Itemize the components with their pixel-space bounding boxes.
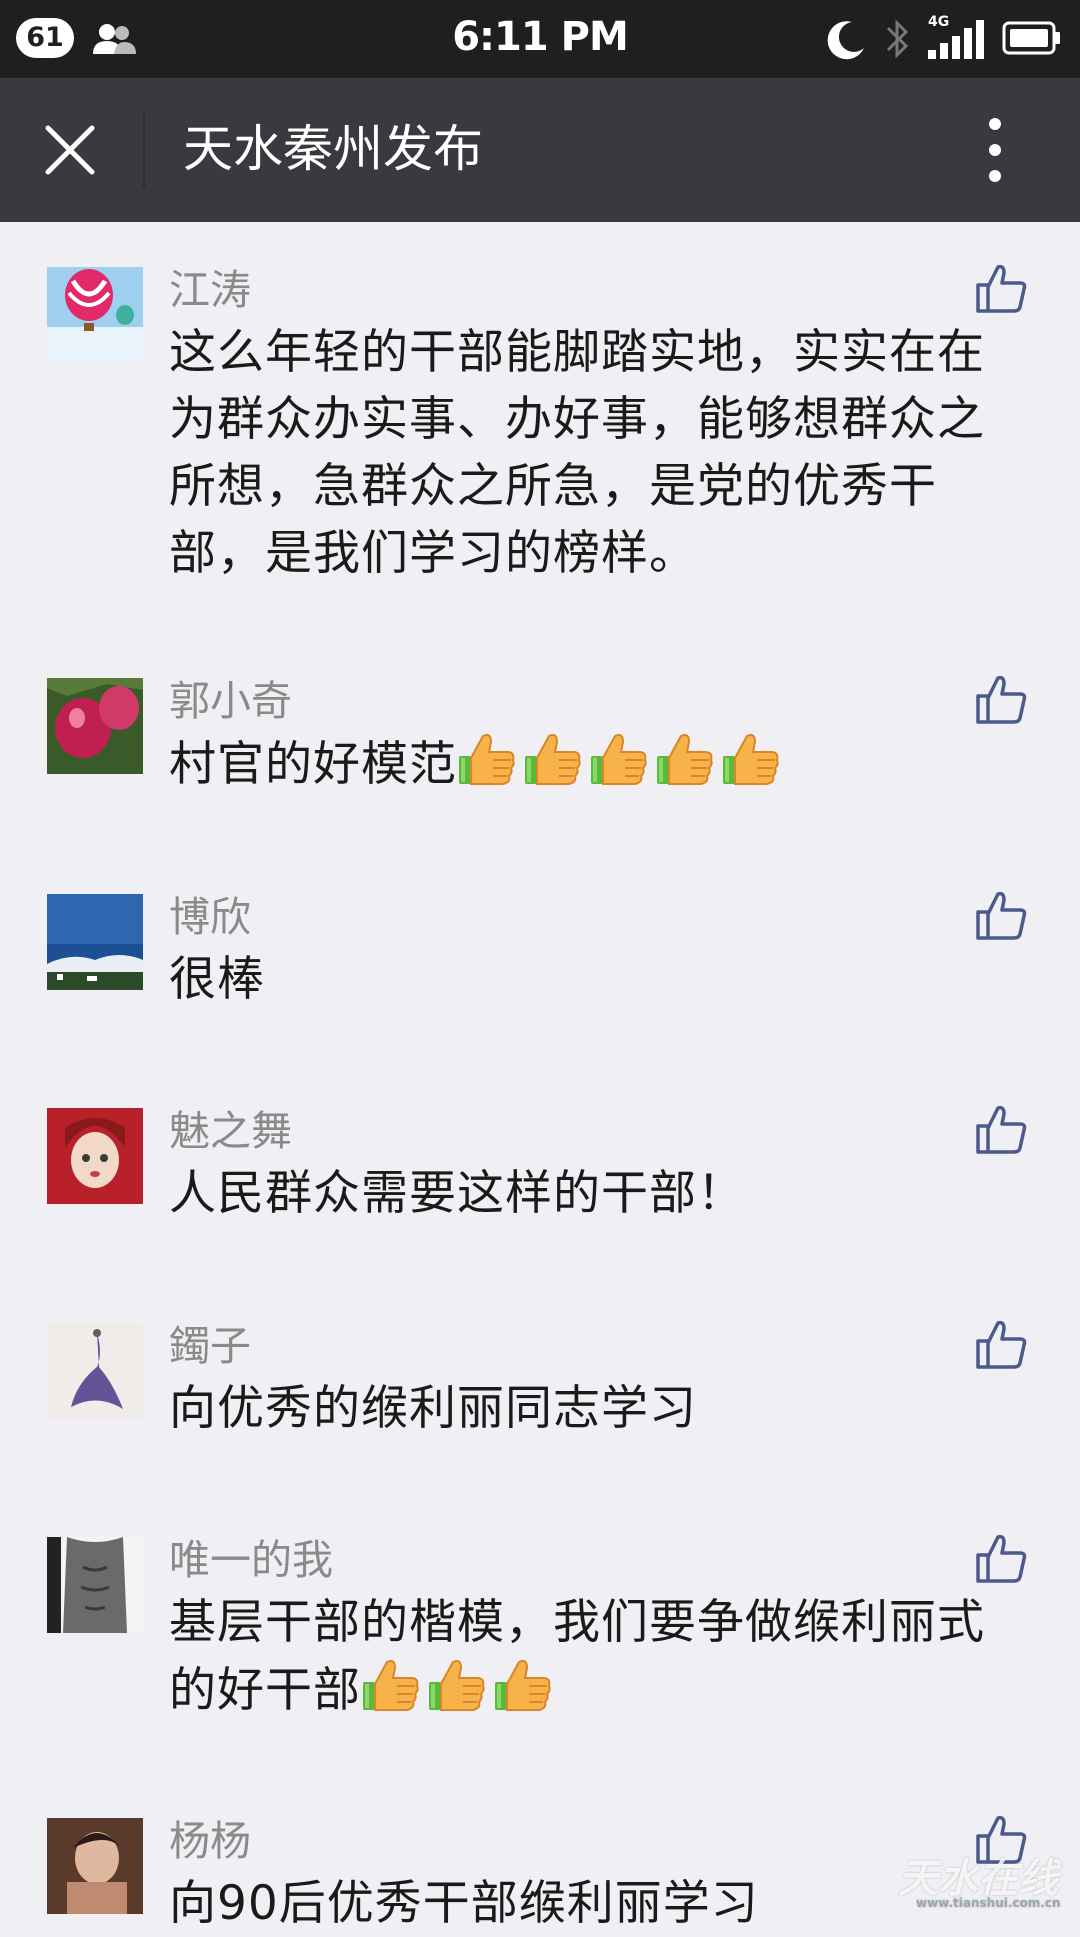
emoji-row <box>361 1659 559 1718</box>
signal-icon <box>926 16 990 66</box>
comment-text: 人民群众需要这样的干部！ <box>169 1160 1029 1227</box>
status-bar: 61 6:11 PM 4G <box>0 0 1080 78</box>
bluetooth-icon <box>880 16 914 66</box>
comment-nickname: 江涛 <box>169 266 251 314</box>
like-button[interactable] <box>974 261 1028 315</box>
status-time: 6:11 PM <box>452 14 629 60</box>
comment-nickname: 杨杨 <box>169 1817 251 1865</box>
more-button[interactable] <box>975 110 1015 190</box>
page-title: 天水秦州发布 <box>183 120 483 178</box>
like-button[interactable] <box>974 888 1028 942</box>
comment-nickname: 魅之舞 <box>169 1107 292 1155</box>
thumbs-up-emoji <box>493 1656 553 1714</box>
thumbs-up-icon <box>976 1105 1027 1154</box>
comment-text: 村官的好模范 <box>169 730 1029 798</box>
thumbs-up-icon <box>976 1320 1027 1369</box>
thumbs-up-icon <box>976 891 1027 940</box>
thumbs-up-icon <box>976 675 1027 724</box>
thumbs-up-icon <box>976 264 1027 313</box>
thumbs-up-emoji <box>655 730 715 788</box>
emoji-row <box>457 733 787 792</box>
comment-nickname: 郭小奇 <box>169 677 292 725</box>
like-button[interactable] <box>974 672 1028 726</box>
comment-text-content: 基层干部的楷模，我们要争做缑利丽式的好干部 <box>169 1595 985 1718</box>
title-divider <box>143 112 145 188</box>
comment-text-content: 很棒 <box>169 952 265 1007</box>
avatar[interactable] <box>47 678 143 774</box>
comment-text-content: 村官的好模范 <box>169 737 457 792</box>
comment-text-content: 向优秀的缑利丽同志学习 <box>169 1381 697 1436</box>
close-button[interactable] <box>38 118 102 182</box>
avatar[interactable] <box>47 1323 143 1419</box>
like-button[interactable] <box>974 1531 1028 1585</box>
close-icon <box>45 125 95 175</box>
comment-nickname: 博欣 <box>169 893 251 941</box>
thumbs-up-icon <box>976 1534 1027 1583</box>
thumbs-up-emoji <box>427 1656 487 1714</box>
more-vertical-icon <box>989 118 1001 182</box>
thumbs-up-emoji <box>457 730 517 788</box>
comment-nickname: 鐲子 <box>169 1322 251 1370</box>
comment-text: 很棒 <box>169 946 1029 1013</box>
moon-icon <box>824 18 868 66</box>
comment-text: 向优秀的缑利丽同志学习 <box>169 1375 1029 1442</box>
avatar[interactable] <box>47 267 143 363</box>
like-button[interactable] <box>974 1317 1028 1371</box>
title-bar: 天水秦州发布 <box>0 78 1080 222</box>
comment-nickname: 唯一的我 <box>169 1536 333 1584</box>
thumbs-up-emoji <box>523 730 583 788</box>
comment-text: 基层干部的楷模，我们要争做缑利丽式的好干部 <box>169 1589 1029 1724</box>
comment-text-content: 向90后优秀干部缑利丽学习 <box>169 1876 759 1931</box>
comment-text: 这么年轻的干部能脚踏实地，实实在在为群众办实事、办好事，能够想群众之所想，急群众… <box>169 319 1029 587</box>
avatar[interactable] <box>47 1108 143 1204</box>
watermark-logo: 天水在线 www.tianshui.com.cn <box>898 1846 1076 1916</box>
thumbs-up-emoji <box>721 730 781 788</box>
avatar[interactable] <box>47 1818 143 1914</box>
battery-icon <box>1002 20 1062 60</box>
comment-text-content: 这么年轻的干部能脚踏实地，实实在在为群众办实事、办好事，能够想群众之所想，急群众… <box>169 325 985 581</box>
thumbs-up-emoji <box>589 730 649 788</box>
thumbs-up-emoji <box>361 1656 421 1714</box>
watermark-url: www.tianshui.com.cn <box>916 1896 1061 1910</box>
avatar[interactable] <box>47 894 143 990</box>
comment-text-content: 人民群众需要这样的干部！ <box>169 1166 745 1221</box>
like-button[interactable] <box>974 1102 1028 1156</box>
avatar[interactable] <box>47 1537 143 1633</box>
